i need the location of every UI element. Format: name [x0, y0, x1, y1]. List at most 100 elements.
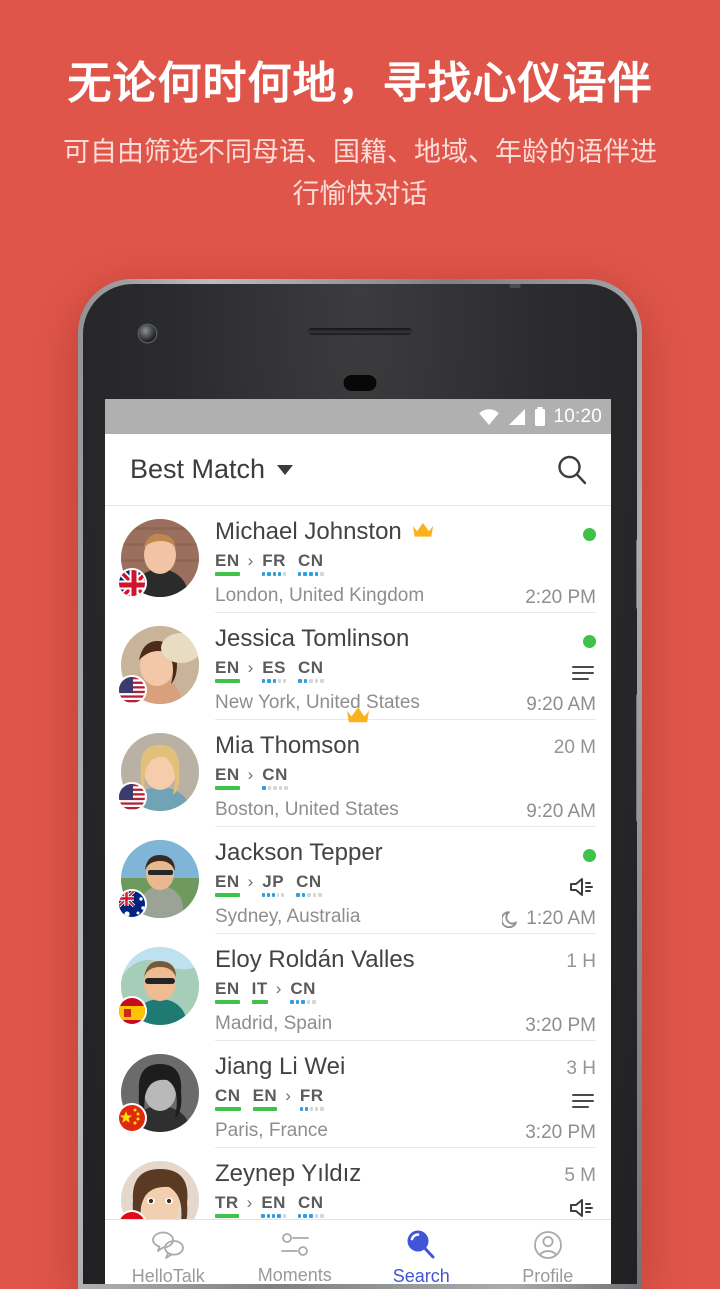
avatar[interactable]: [121, 626, 199, 704]
table-row[interactable]: Mia ThomsonEN›CNBoston, United States20 …: [105, 720, 611, 827]
search-icon[interactable]: [555, 453, 589, 487]
table-row[interactable]: Jessica TomlinsonEN›ESCNNew York, United…: [105, 613, 611, 720]
promo-header: 无论何时何地，寻找心仪语伴 可自由筛选不同母语、国籍、地域、年龄的语伴进行愉快对…: [0, 0, 720, 216]
row-meta-top: 5 M: [564, 1164, 596, 1188]
language-arrow-icon: ›: [248, 659, 254, 677]
local-time: 9:20 AM: [526, 694, 596, 716]
sliders-icon[interactable]: [277, 1229, 313, 1261]
local-time: 1:20 AM: [526, 908, 596, 930]
us-flag: [119, 784, 147, 812]
uk-flag: [119, 570, 147, 598]
avatar[interactable]: [121, 1161, 199, 1219]
avatar[interactable]: [121, 519, 199, 597]
nav-item-moments[interactable]: Moments: [232, 1220, 359, 1284]
native-level-bar: [253, 1107, 278, 1111]
local-time: 2:20 PM: [525, 587, 596, 609]
user-list[interactable]: Michael JohnstonEN›FRCNLondon, United Ki…: [105, 506, 611, 1219]
us-flag: [117, 782, 147, 812]
language-code: EN: [215, 873, 240, 890]
search-filled-icon[interactable]: [403, 1228, 439, 1262]
avatar[interactable]: [121, 840, 199, 918]
language-badge: FR: [262, 552, 286, 576]
es-flag: [119, 998, 147, 1026]
nav-item-label: Profile: [522, 1266, 573, 1285]
row-content: Michael JohnstonEN›FRCNLondon, United Ki…: [199, 517, 596, 613]
native-level-bar: [215, 786, 240, 790]
row-content: Jackson TepperEN›JPCNSydney, Australia1:…: [199, 838, 596, 934]
power-button[interactable]: [636, 539, 637, 609]
row-meta-time: 2:20 PM: [525, 585, 596, 611]
bottom-navigation: HelloTalk Moments Search Profile: [105, 1219, 611, 1284]
text-lines-icon[interactable]: [570, 662, 596, 684]
language-code: ES: [262, 659, 286, 676]
language-code: EN: [261, 1194, 286, 1211]
table-row[interactable]: Jiang Li WeiCNEN›FRParis, France3 H3:20 …: [105, 1041, 611, 1148]
volume-button[interactable]: [636, 694, 637, 822]
row-meta-icon[interactable]: [568, 1195, 596, 1220]
language-code: TR: [215, 1194, 239, 1211]
language-code: CN: [296, 873, 322, 890]
user-name: Jiang Li Wei: [215, 1053, 345, 1081]
language-badge: EN: [215, 873, 240, 897]
language-arrow-icon: ›: [285, 1087, 291, 1105]
row-meta: 2:20 PM: [476, 517, 596, 611]
language-badge: TR: [215, 1194, 239, 1218]
language-code: CN: [298, 659, 324, 676]
row-meta: 9:20 AM: [476, 624, 596, 718]
phone-top-notch: [510, 284, 521, 288]
table-row[interactable]: Zeynep YıldızTR›ENCN5 M: [105, 1148, 611, 1219]
online-status-dot: [583, 849, 596, 862]
signal-icon: [507, 408, 527, 426]
row-content: Zeynep YıldızTR›ENCN5 M: [199, 1159, 596, 1219]
language-code: EN: [215, 552, 240, 569]
row-meta-time: 9:20 AM: [526, 692, 596, 718]
table-row[interactable]: Jackson TepperEN›JPCNSydney, Australia1:…: [105, 827, 611, 934]
row-meta-icon[interactable]: [568, 874, 596, 900]
nav-item-search[interactable]: Search: [358, 1220, 485, 1284]
person-icon[interactable]: [531, 1228, 565, 1262]
row-content: Eloy Roldán VallesENIT›CNMadrid, Spain1 …: [199, 945, 596, 1041]
status-bar: 10:20: [105, 399, 611, 434]
chevron-down-icon[interactable]: [277, 465, 293, 475]
row-meta-time: 3:20 PM: [525, 1013, 596, 1039]
language-code: JP: [262, 873, 284, 890]
speaker-icon[interactable]: [568, 875, 596, 899]
row-content: Mia ThomsonEN›CNBoston, United States20 …: [199, 731, 596, 827]
online-status-dot: [583, 528, 596, 541]
language-arrow-icon: ›: [248, 766, 254, 784]
learning-level-bar: [300, 1107, 324, 1111]
table-row[interactable]: Michael JohnstonEN›FRCNLondon, United Ki…: [105, 506, 611, 613]
text-lines-icon[interactable]: [570, 1090, 596, 1112]
language-badge: EN: [215, 659, 240, 683]
nav-item-label: HelloTalk: [132, 1266, 205, 1285]
last-active-status: 20 M: [554, 737, 596, 759]
phone-screen: 10:20 Best Match Michael JohnstonEN›FRCN…: [105, 399, 611, 1284]
learning-level-bar: [298, 1214, 324, 1218]
uk-flag: [117, 568, 147, 598]
sort-filter-label[interactable]: Best Match: [130, 454, 265, 485]
table-row[interactable]: Eloy Roldán VallesENIT›CNMadrid, Spain1 …: [105, 934, 611, 1041]
last-active-status: 5 M: [564, 1165, 596, 1187]
language-code: FR: [300, 1087, 324, 1104]
row-meta-top: [583, 843, 596, 867]
row-meta: 20 M9:20 AM: [476, 731, 596, 825]
row-meta-icon[interactable]: [570, 660, 596, 686]
avatar[interactable]: [121, 733, 199, 811]
avatar[interactable]: [121, 1054, 199, 1132]
battery-icon: [534, 407, 546, 427]
nav-item-label: Moments: [258, 1265, 332, 1285]
user-name: Mia Thomson: [215, 732, 360, 760]
avatar[interactable]: [121, 947, 199, 1025]
row-meta-icon[interactable]: [570, 1088, 596, 1114]
nav-item-profile[interactable]: Profile: [485, 1220, 612, 1284]
learning-level-bar: [262, 679, 286, 683]
cn-flag: [119, 1105, 147, 1133]
chat-bubbles-icon[interactable]: [149, 1228, 187, 1262]
nav-item-hellotalk[interactable]: HelloTalk: [105, 1220, 232, 1284]
sensor-pill: [344, 375, 377, 391]
language-code: FR: [262, 552, 286, 569]
es-flag: [117, 996, 147, 1026]
user-name: Eloy Roldán Valles: [215, 946, 415, 974]
speaker-icon[interactable]: [568, 1196, 596, 1220]
last-active-status: 3 H: [566, 1058, 596, 1080]
